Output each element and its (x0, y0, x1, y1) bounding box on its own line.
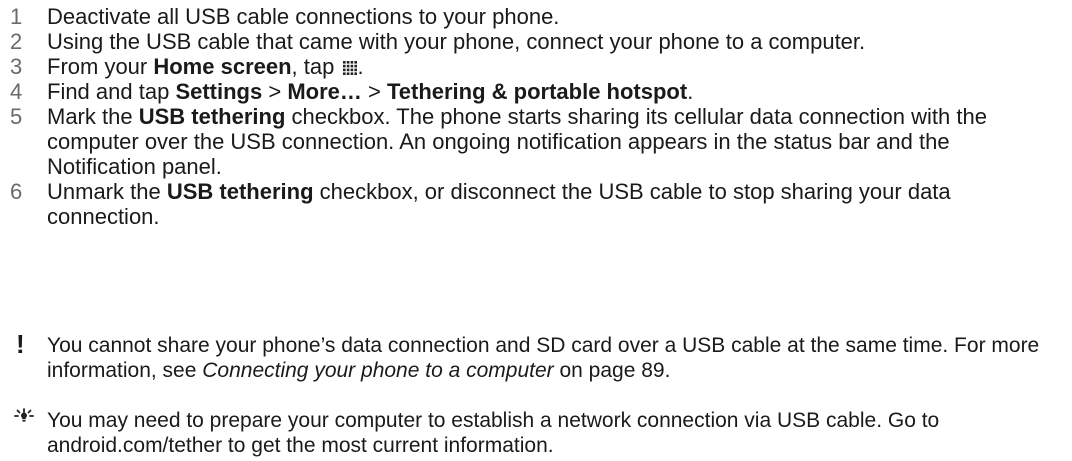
settings-label: Settings (175, 79, 263, 104)
step-4: 4 Find and tap Settings > More… > Tether… (10, 79, 1060, 104)
step-2: 2 Using the USB cable that came with you… (10, 29, 1060, 54)
step-text-before: Unmark the (47, 179, 167, 204)
step-text-before: Find and tap (47, 79, 176, 104)
instruction-steps: 1 Deactivate all USB cable connections t… (10, 4, 1060, 229)
step-period: . (357, 54, 364, 79)
lightbulb-tip-icon (14, 408, 34, 422)
step-6: 6 Unmark the USB tethering checkbox, or … (10, 179, 1060, 229)
step-number: 6 (10, 179, 23, 204)
more-label: More… (287, 79, 362, 104)
step-text: Deactivate all USB cable connections to … (47, 4, 560, 29)
path-separator: > (361, 79, 387, 104)
step-number: 1 (10, 4, 23, 29)
step-number: 2 (10, 29, 23, 54)
tethering-label: Tethering & portable hotspot (386, 79, 688, 104)
step-text: Using the USB cable that came with your … (47, 29, 866, 54)
warning-note: ! You cannot share your phone’s data con… (12, 329, 1057, 383)
step-text-after: , tap (291, 54, 341, 79)
usb-tethering-label: USB tethering (166, 179, 314, 204)
step-5: 5 Mark the USB tethering checkbox. The p… (10, 104, 1060, 179)
cross-reference: Connecting your phone to a computer (202, 359, 554, 382)
step-text-after: . (687, 79, 694, 104)
path-separator: > (262, 79, 288, 104)
step-number: 4 (10, 79, 23, 104)
home-screen-label: Home screen (153, 54, 292, 79)
warning-text-after: on page 89. (553, 359, 671, 382)
app-grid-icon (343, 61, 358, 75)
tip-text: You may need to prepare your computer to… (47, 409, 940, 457)
step-number: 3 (10, 54, 23, 79)
step-text-before: From your (47, 54, 154, 79)
step-1: 1 Deactivate all USB cable connections t… (10, 4, 1060, 29)
step-number: 5 (10, 104, 23, 129)
usb-tethering-label: USB tethering (138, 104, 286, 129)
exclamation-icon: ! (16, 329, 25, 359)
step-text-before: Mark the (47, 104, 139, 129)
tip-note: You may need to prepare your computer to… (12, 408, 1057, 458)
step-3: 3 From your Home screen, tap . (10, 54, 1060, 79)
